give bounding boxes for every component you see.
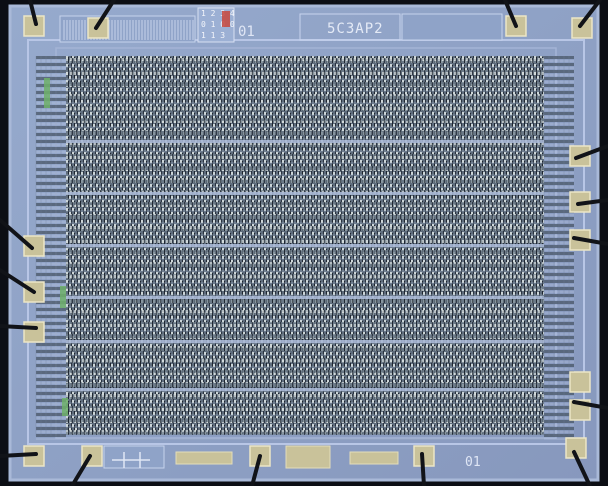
legend-row3: 1 1 3 [201, 31, 225, 40]
chip-marking: 5C3AP2 [327, 21, 384, 37]
memory-array [66, 56, 544, 440]
mask-code-bottom: 01 [465, 455, 481, 470]
mask-code-top: 01 [238, 24, 255, 40]
die-photograph: 1 2 3 4 0 1 0 0 1 1 3 01 5C3AP2 01 [0, 0, 608, 486]
